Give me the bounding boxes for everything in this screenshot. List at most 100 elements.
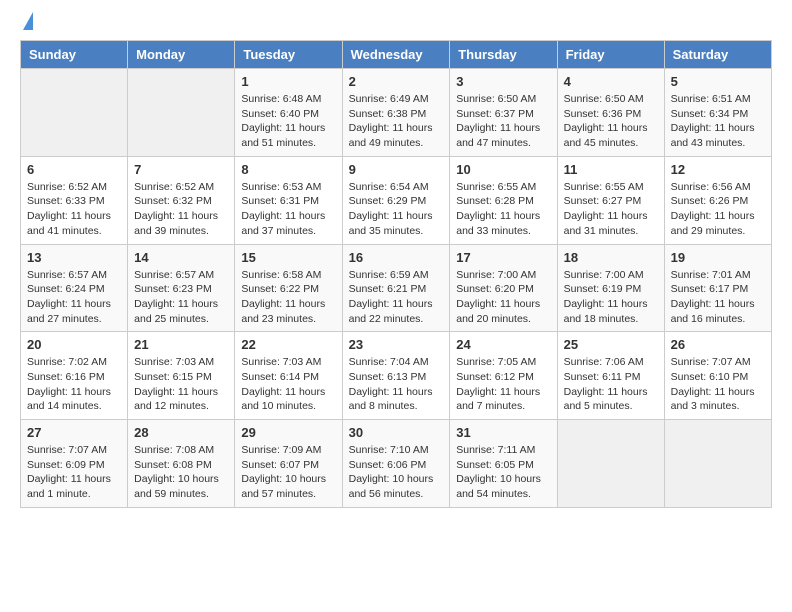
logo-text — [20, 20, 33, 30]
day-number: 5 — [671, 74, 765, 89]
calendar-cell: 12 Sunrise: 6:56 AM Sunset: 6:26 PM Dayli… — [664, 156, 771, 244]
day-info: Sunrise: 7:07 AM Sunset: 6:10 PM Dayligh… — [671, 355, 765, 414]
day-info: Sunrise: 6:52 AM Sunset: 6:33 PM Dayligh… — [27, 180, 121, 239]
day-number: 17 — [456, 250, 550, 265]
day-info: Sunrise: 6:56 AM Sunset: 6:26 PM Dayligh… — [671, 180, 765, 239]
logo — [20, 20, 33, 30]
calendar-cell: 5 Sunrise: 6:51 AM Sunset: 6:34 PM Daylig… — [664, 69, 771, 157]
calendar-table: SundayMondayTuesdayWednesdayThursdayFrid… — [20, 40, 772, 508]
day-info: Sunrise: 7:00 AM Sunset: 6:20 PM Dayligh… — [456, 268, 550, 327]
day-number: 18 — [564, 250, 658, 265]
day-number: 15 — [241, 250, 335, 265]
calendar-cell: 6 Sunrise: 6:52 AM Sunset: 6:33 PM Daylig… — [21, 156, 128, 244]
calendar-week-row: 27 Sunrise: 7:07 AM Sunset: 6:09 PM Dayli… — [21, 420, 772, 508]
day-info: Sunrise: 6:51 AM Sunset: 6:34 PM Dayligh… — [671, 92, 765, 151]
calendar-cell: 4 Sunrise: 6:50 AM Sunset: 6:36 PM Daylig… — [557, 69, 664, 157]
day-info: Sunrise: 6:52 AM Sunset: 6:32 PM Dayligh… — [134, 180, 228, 239]
calendar-cell: 18 Sunrise: 7:00 AM Sunset: 6:19 PM Dayli… — [557, 244, 664, 332]
logo-triangle-icon — [23, 12, 33, 30]
calendar-cell: 30 Sunrise: 7:10 AM Sunset: 6:06 PM Dayli… — [342, 420, 450, 508]
day-number: 4 — [564, 74, 658, 89]
calendar-cell: 11 Sunrise: 6:55 AM Sunset: 6:27 PM Dayli… — [557, 156, 664, 244]
day-info: Sunrise: 7:03 AM Sunset: 6:14 PM Dayligh… — [241, 355, 335, 414]
calendar-weekday-thursday: Thursday — [450, 41, 557, 69]
day-number: 20 — [27, 337, 121, 352]
day-number: 8 — [241, 162, 335, 177]
calendar-cell: 25 Sunrise: 7:06 AM Sunset: 6:11 PM Dayli… — [557, 332, 664, 420]
day-info: Sunrise: 6:57 AM Sunset: 6:23 PM Dayligh… — [134, 268, 228, 327]
day-info: Sunrise: 7:11 AM Sunset: 6:05 PM Dayligh… — [456, 443, 550, 502]
day-info: Sunrise: 6:55 AM Sunset: 6:27 PM Dayligh… — [564, 180, 658, 239]
day-info: Sunrise: 6:49 AM Sunset: 6:38 PM Dayligh… — [349, 92, 444, 151]
day-number: 12 — [671, 162, 765, 177]
day-number: 1 — [241, 74, 335, 89]
day-number: 7 — [134, 162, 228, 177]
calendar-week-row: 6 Sunrise: 6:52 AM Sunset: 6:33 PM Daylig… — [21, 156, 772, 244]
day-number: 22 — [241, 337, 335, 352]
day-number: 28 — [134, 425, 228, 440]
day-info: Sunrise: 7:06 AM Sunset: 6:11 PM Dayligh… — [564, 355, 658, 414]
day-number: 11 — [564, 162, 658, 177]
day-number: 6 — [27, 162, 121, 177]
day-info: Sunrise: 6:50 AM Sunset: 6:36 PM Dayligh… — [564, 92, 658, 151]
calendar-cell — [21, 69, 128, 157]
day-number: 2 — [349, 74, 444, 89]
calendar-weekday-saturday: Saturday — [664, 41, 771, 69]
day-number: 21 — [134, 337, 228, 352]
calendar-cell: 13 Sunrise: 6:57 AM Sunset: 6:24 PM Dayli… — [21, 244, 128, 332]
calendar-cell: 31Sunrise: 7:11 AM Sunset: 6:05 PM Dayli… — [450, 420, 557, 508]
calendar-cell: 2 Sunrise: 6:49 AM Sunset: 6:38 PM Daylig… — [342, 69, 450, 157]
day-info: Sunrise: 7:09 AM Sunset: 6:07 PM Dayligh… — [241, 443, 335, 502]
day-number: 16 — [349, 250, 444, 265]
day-number: 3 — [456, 74, 550, 89]
calendar-cell: 15 Sunrise: 6:58 AM Sunset: 6:22 PM Dayli… — [235, 244, 342, 332]
day-info: Sunrise: 7:02 AM Sunset: 6:16 PM Dayligh… — [27, 355, 121, 414]
day-info: Sunrise: 7:04 AM Sunset: 6:13 PM Dayligh… — [349, 355, 444, 414]
day-number: 9 — [349, 162, 444, 177]
day-info: Sunrise: 6:48 AM Sunset: 6:40 PM Dayligh… — [241, 92, 335, 151]
day-info: Sunrise: 6:50 AM Sunset: 6:37 PM Dayligh… — [456, 92, 550, 151]
day-number: 13 — [27, 250, 121, 265]
day-number: 30 — [349, 425, 444, 440]
calendar-cell: 29 Sunrise: 7:09 AM Sunset: 6:07 PM Dayli… — [235, 420, 342, 508]
day-info: Sunrise: 6:55 AM Sunset: 6:28 PM Dayligh… — [456, 180, 550, 239]
calendar-cell: 19Sunrise: 7:01 AM Sunset: 6:17 PM Dayli… — [664, 244, 771, 332]
day-info: Sunrise: 6:57 AM Sunset: 6:24 PM Dayligh… — [27, 268, 121, 327]
day-info: Sunrise: 7:00 AM Sunset: 6:19 PM Dayligh… — [564, 268, 658, 327]
day-number: 27 — [27, 425, 121, 440]
day-number: 24 — [456, 337, 550, 352]
day-number: 23 — [349, 337, 444, 352]
calendar-weekday-monday: Monday — [128, 41, 235, 69]
calendar-cell: 17 Sunrise: 7:00 AM Sunset: 6:20 PM Dayli… — [450, 244, 557, 332]
calendar-cell: 8 Sunrise: 6:53 AM Sunset: 6:31 PM Daylig… — [235, 156, 342, 244]
day-info: Sunrise: 6:58 AM Sunset: 6:22 PM Dayligh… — [241, 268, 335, 327]
calendar-cell: 22 Sunrise: 7:03 AM Sunset: 6:14 PM Dayli… — [235, 332, 342, 420]
calendar-cell: 20 Sunrise: 7:02 AM Sunset: 6:16 PM Dayli… — [21, 332, 128, 420]
calendar-cell: 16Sunrise: 6:59 AM Sunset: 6:21 PM Dayli… — [342, 244, 450, 332]
calendar-cell: 9Sunrise: 6:54 AM Sunset: 6:29 PM Daylig… — [342, 156, 450, 244]
calendar-cell — [664, 420, 771, 508]
calendar-cell: 28 Sunrise: 7:08 AM Sunset: 6:08 PM Dayli… — [128, 420, 235, 508]
calendar-week-row: 13 Sunrise: 6:57 AM Sunset: 6:24 PM Dayli… — [21, 244, 772, 332]
day-number: 26 — [671, 337, 765, 352]
day-number: 14 — [134, 250, 228, 265]
calendar-cell: 24 Sunrise: 7:05 AM Sunset: 6:12 PM Dayli… — [450, 332, 557, 420]
calendar-cell: 27 Sunrise: 7:07 AM Sunset: 6:09 PM Dayli… — [21, 420, 128, 508]
calendar-weekday-sunday: Sunday — [21, 41, 128, 69]
day-info: Sunrise: 7:10 AM Sunset: 6:06 PM Dayligh… — [349, 443, 444, 502]
calendar-weekday-wednesday: Wednesday — [342, 41, 450, 69]
calendar-week-row: 1 Sunrise: 6:48 AM Sunset: 6:40 PM Daylig… — [21, 69, 772, 157]
day-number: 25 — [564, 337, 658, 352]
day-number: 29 — [241, 425, 335, 440]
day-number: 19 — [671, 250, 765, 265]
calendar-cell: 21 Sunrise: 7:03 AM Sunset: 6:15 PM Dayli… — [128, 332, 235, 420]
day-info: Sunrise: 7:07 AM Sunset: 6:09 PM Dayligh… — [27, 443, 121, 502]
day-info: Sunrise: 7:08 AM Sunset: 6:08 PM Dayligh… — [134, 443, 228, 502]
day-info: Sunrise: 6:53 AM Sunset: 6:31 PM Dayligh… — [241, 180, 335, 239]
calendar-cell: 23 Sunrise: 7:04 AM Sunset: 6:13 PM Dayli… — [342, 332, 450, 420]
day-info: Sunrise: 7:05 AM Sunset: 6:12 PM Dayligh… — [456, 355, 550, 414]
day-info: Sunrise: 7:03 AM Sunset: 6:15 PM Dayligh… — [134, 355, 228, 414]
calendar-cell: 10Sunrise: 6:55 AM Sunset: 6:28 PM Dayli… — [450, 156, 557, 244]
calendar-cell: 26 Sunrise: 7:07 AM Sunset: 6:10 PM Dayli… — [664, 332, 771, 420]
calendar-cell — [557, 420, 664, 508]
